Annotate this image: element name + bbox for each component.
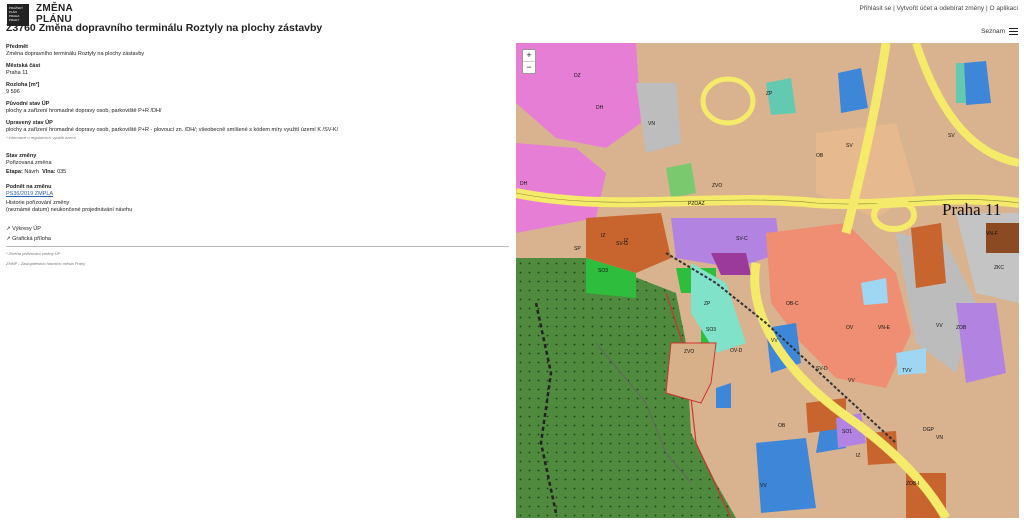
- zone-label: OB: [778, 423, 786, 429]
- app-title-line-1: ZMĚNA: [36, 3, 74, 14]
- zone-label: ZVO: [684, 349, 695, 355]
- puvodni-value: plochy a zařízení hromadné dopravy osob,…: [6, 108, 162, 114]
- divider: [6, 246, 509, 247]
- podnet-label: Podnět na změnu: [6, 184, 52, 190]
- historie-label: Historie pořizování změny: [6, 200, 70, 206]
- zone-label: SV-G: [616, 241, 628, 247]
- upraveny-label: Upravený stav ÚP: [6, 120, 53, 126]
- zone-label: SO3: [598, 268, 609, 274]
- zone-label: OV: [846, 325, 854, 331]
- puvodni-label: Původní stav ÚP: [6, 101, 50, 107]
- podnet-link[interactable]: PS36/2019 ZMPLA: [6, 191, 509, 198]
- zone-label: VV: [936, 323, 943, 329]
- about-link[interactable]: O aplikaci: [989, 5, 1018, 12]
- zone-label: ZOB: [956, 325, 967, 331]
- zone-label: IZ: [601, 233, 606, 239]
- zone-label: SO3: [706, 327, 717, 333]
- district-label: Praha 11: [942, 200, 1002, 219]
- zone-label: SP: [574, 246, 581, 252]
- page-title: Z3760 Změna dopravního terminálu Roztyly…: [6, 22, 323, 34]
- login-link[interactable]: Přihlásit se: [859, 5, 891, 12]
- zone-label: OB-C: [786, 301, 799, 307]
- user-links: Přihlásit se | Vytvořit účet a odebírat …: [859, 5, 1018, 12]
- vlna-value: 035: [57, 169, 67, 175]
- mestska-label: Městská část: [6, 63, 41, 69]
- zone-label: PZOAZ: [688, 201, 705, 207]
- historie-value: (neznámé datum) neukončené projednávání …: [6, 207, 133, 213]
- etapa-row: Etapa: Návrh Vlna: 035: [6, 169, 509, 176]
- zone-label: VN-F: [986, 231, 998, 237]
- zoom-out-button[interactable]: −: [523, 62, 535, 73]
- zone-label: DH: [520, 181, 528, 187]
- footer-note: * Změna pořizování změny ÚP: [6, 251, 61, 256]
- zone-label: ZVO: [712, 183, 723, 189]
- register-link[interactable]: Vytvořit účet a odebírat změny: [897, 5, 985, 12]
- footer-org: ZHMP - Zastupitelstvo hlavního města Pra…: [6, 261, 86, 266]
- zone-label: TVV: [902, 368, 912, 374]
- top-bar: PRAŽSKÝ PLÁN PRAHA PRAHY ZMĚNA PLÁNU Při…: [0, 0, 1024, 40]
- zone-label: OV-D: [730, 348, 743, 354]
- zone-label: VN-E: [878, 325, 890, 331]
- extra-links: ↗ Výkresy ÚP ↗ Grafická příloha: [6, 226, 509, 243]
- list-label: Seznam: [981, 28, 1005, 35]
- etapa-value: Návrh: [24, 169, 40, 175]
- predmet-label: Předmět: [6, 44, 29, 50]
- vlna-label: Vlna:: [42, 169, 56, 175]
- zone-label: SV-D: [816, 366, 828, 372]
- vykresy-link[interactable]: ↗ Výkresy ÚP: [6, 226, 509, 233]
- zone-label: VV: [771, 338, 778, 344]
- zone-label: ZP: [766, 91, 773, 97]
- zone-label: DZ: [574, 73, 581, 79]
- map-canvas[interactable]: [516, 43, 1019, 518]
- zone-label: VN: [936, 435, 943, 441]
- rozloha-label: Rozloha [m²]: [6, 82, 40, 88]
- mestska-value: Praha 11: [6, 70, 28, 76]
- detail-panel: Předmět Změna dopravního terminálu Rozty…: [6, 40, 509, 267]
- upraveny-value: plochy a zařízení hromadné dopravy osob,…: [6, 127, 339, 133]
- list-button[interactable]: Seznam: [981, 28, 1018, 35]
- zoom-in-button[interactable]: +: [523, 50, 535, 62]
- zone-label: ZP: [704, 301, 711, 307]
- hamburger-icon: [1009, 28, 1018, 35]
- zone-label: SV: [846, 143, 853, 149]
- zone-label: DH: [596, 105, 604, 111]
- graficka-link[interactable]: ↗ Grafická příloha: [6, 236, 509, 243]
- zone-label: VN: [648, 121, 655, 127]
- zone-label: SO1: [842, 429, 853, 435]
- upraveny-note: * informace o regulačních využití území: [6, 135, 76, 140]
- zone-label: VV: [848, 378, 855, 384]
- stav-value: Pořizovaná změna: [6, 160, 52, 166]
- rozloha-value: 9 596: [6, 89, 20, 95]
- stav-label: Stav změny: [6, 153, 37, 159]
- zone-label: ZKC: [994, 265, 1004, 271]
- zone-label: DGP: [923, 427, 934, 433]
- map-view[interactable]: + − Praha 11 DZ DH DH ZP VN OB SV SV IZ IZ ZVO PZOA…: [516, 43, 1019, 518]
- zone-label: IZ: [856, 453, 861, 459]
- zone-label: VV: [760, 483, 767, 489]
- zone-label: OB: [816, 153, 824, 159]
- zone-label: SV-C: [736, 236, 748, 242]
- zone-label: SV: [948, 133, 955, 139]
- predmet-value: Změna dopravního terminálu Roztyly na pl…: [6, 51, 145, 57]
- etapa-label: Etapa:: [6, 169, 23, 175]
- zoom-control: + −: [522, 49, 536, 74]
- zone-label: ZOB-I: [906, 481, 920, 487]
